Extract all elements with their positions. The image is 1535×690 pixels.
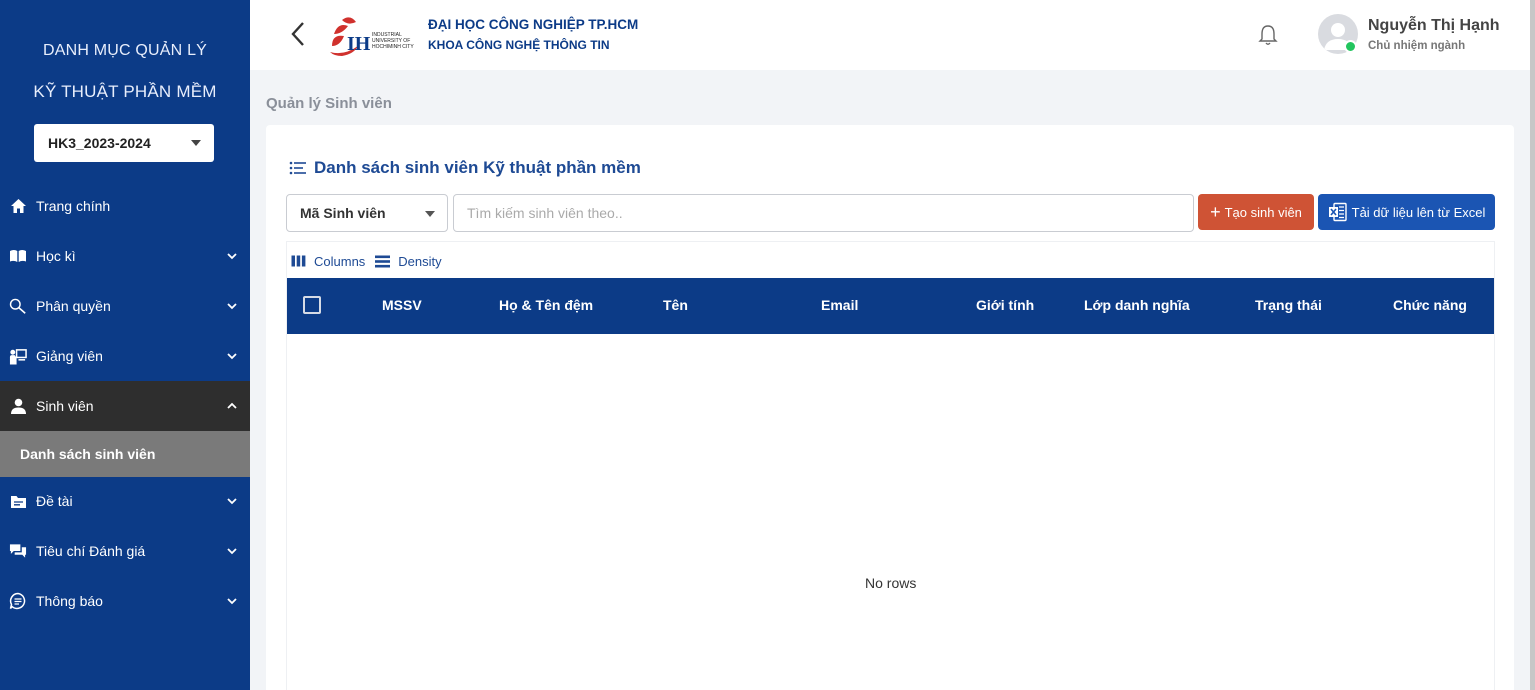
student-icon [9, 397, 27, 415]
user-role: Chủ nhiệm ngành [1368, 40, 1466, 52]
page-title: Quản lý Sinh viên [266, 95, 392, 112]
density-button[interactable]: Density [375, 253, 442, 269]
sidebar-item-label: Trang chính [36, 198, 111, 214]
excel-icon [1328, 202, 1347, 222]
sidebar-title-line1: DANH MỤC QUẢN LÝ [42, 42, 208, 59]
column-header-actions[interactable]: Chức năng [1393, 297, 1467, 313]
table-header: MSSV Họ & Tên đệm Tên Email Giới tính Lớ… [287, 278, 1494, 334]
sidebar-item-semester[interactable]: Học kì [0, 231, 250, 281]
semester-value: HK3_2023-2024 [48, 135, 151, 151]
sidebar-item-home[interactable]: Trang chính [0, 181, 250, 231]
column-header-firstname[interactable]: Tên [663, 297, 688, 313]
columns-button[interactable]: Columns [291, 254, 365, 269]
sidebar-item-label: Thông báo [36, 593, 103, 609]
faculty-name: KHOA CÔNG NGHỆ THÔNG TIN [428, 38, 610, 52]
select-all-checkbox[interactable] [303, 296, 321, 314]
upload-excel-button[interactable]: Tải dữ liệu lên từ Excel [1318, 194, 1495, 230]
teacher-icon [9, 347, 27, 365]
caret-down-icon [425, 211, 435, 217]
sidebar-item-label: Đề tài [36, 493, 73, 509]
page-scrollbar[interactable] [1530, 0, 1535, 690]
message-icon [9, 592, 27, 610]
chevron-down-icon [227, 548, 237, 555]
online-status-dot [1344, 40, 1357, 53]
card-title: Danh sách sinh viên Kỹ thuật phần mềm [314, 158, 641, 177]
chevron-down-icon [227, 598, 237, 605]
sidebar-item-label: Học kì [36, 248, 76, 264]
search-field-select[interactable]: Mã Sinh viên [286, 194, 448, 232]
plus-icon: + [1210, 202, 1221, 222]
key-search-icon [9, 297, 27, 315]
semester-select[interactable]: HK3_2023-2024 [34, 124, 214, 162]
top-header: IH INDUSTRIAL UNIVERSITY OF HOCHIMINH CI… [250, 0, 1530, 70]
columns-icon [291, 255, 306, 267]
chevron-down-icon [227, 303, 237, 310]
sidebar-item-label: Giảng viên [36, 348, 103, 364]
create-student-label: Tạo sinh viên [1224, 204, 1302, 220]
density-icon [375, 255, 391, 267]
home-icon [9, 197, 27, 215]
back-arrow-icon[interactable] [288, 20, 308, 48]
svg-text:IH: IH [347, 33, 371, 55]
columns-label: Columns [314, 253, 366, 269]
sidebar-item-label: Tiêu chí Đánh giá [36, 543, 146, 559]
column-header-gender[interactable]: Giới tính [976, 297, 1034, 313]
sidebar-item-topics[interactable]: Đề tài [0, 476, 250, 526]
column-header-status[interactable]: Trạng thái [1255, 297, 1322, 313]
sidebar-item-permissions[interactable]: Phân quyền [0, 281, 250, 331]
folder-icon [9, 492, 27, 510]
university-logo: IH INDUSTRIAL UNIVERSITY OF HOCHIMINH CI… [330, 17, 414, 56]
chat-icon [9, 542, 27, 560]
sidebar: DANH MỤC QUẢN LÝ KỸ THUẬT PHẦN MỀM HK3_2… [0, 0, 250, 690]
column-header-lastname[interactable]: Họ & Tên đệm [499, 297, 593, 313]
sidebar-item-criteria[interactable]: Tiêu chí Đánh giá [0, 526, 250, 576]
sidebar-subitem-student-list[interactable]: Danh sách sinh viên [0, 431, 250, 477]
sidebar-item-label: Phân quyền [36, 298, 111, 314]
list-icon [289, 161, 306, 175]
column-header-class[interactable]: Lớp danh nghĩa [1084, 297, 1190, 313]
sidebar-item-label: Sinh viên [36, 398, 94, 414]
user-name[interactable]: Nguyễn Thị Hạnh [1368, 17, 1500, 35]
chevron-down-icon [227, 353, 237, 360]
grid-toolbar: Columns Density [291, 252, 452, 270]
search-field-value: Mã Sinh viên [300, 205, 386, 221]
chevron-down-icon [227, 498, 237, 505]
create-student-button[interactable]: + Tạo sinh viên [1198, 194, 1314, 230]
sidebar-item-lecturers[interactable]: Giảng viên [0, 331, 250, 381]
chevron-up-icon [227, 402, 237, 409]
density-label: Density [398, 253, 442, 269]
sidebar-item-students[interactable]: Sinh viên [0, 381, 250, 431]
caret-down-icon [191, 140, 201, 146]
column-header-email[interactable]: Email [821, 297, 858, 313]
sidebar-item-notifications[interactable]: Thông báo [0, 576, 250, 626]
logo-text-bot: HOCHIMINH CITY [372, 44, 414, 50]
empty-state-text: No rows [865, 575, 917, 591]
university-name: ĐẠI HỌC CÔNG NGHIỆP TP.HCM [428, 17, 639, 32]
upload-excel-label: Tải dữ liệu lên từ Excel [1351, 204, 1486, 220]
search-input[interactable] [453, 194, 1194, 232]
column-header-mssv[interactable]: MSSV [382, 297, 422, 313]
chevron-down-icon [227, 253, 237, 260]
bell-icon[interactable] [1258, 24, 1278, 46]
sidebar-title-line2: KỸ THUẬT PHẦN MỀM [33, 82, 217, 101]
book-icon [9, 247, 27, 265]
